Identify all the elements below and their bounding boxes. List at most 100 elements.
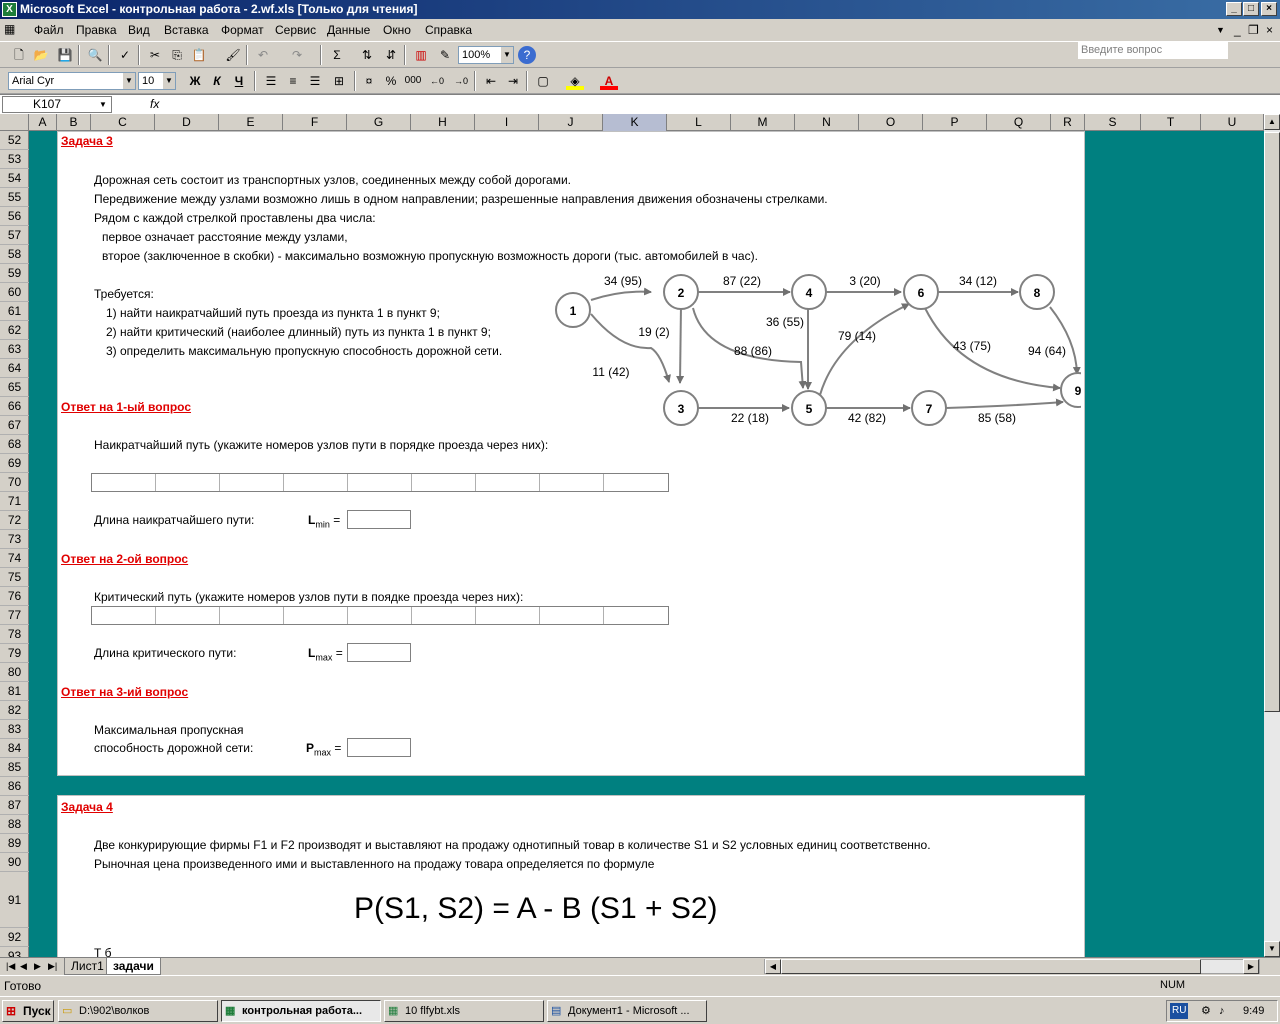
name-box[interactable]: K107 ▼ — [2, 96, 112, 113]
row-header[interactable]: 78 — [0, 625, 29, 644]
col-header-k[interactable]: K — [603, 114, 667, 131]
critical-path-input-row[interactable] — [91, 606, 669, 625]
menu-tools[interactable]: Сервис — [275, 23, 316, 37]
select-all-corner[interactable] — [0, 114, 29, 131]
row-header[interactable]: 84 — [0, 739, 29, 758]
scroll-thumb[interactable] — [1264, 132, 1280, 712]
help-icon[interactable]: ? — [518, 46, 536, 64]
pmax-input[interactable] — [347, 738, 411, 757]
spelling-icon[interactable]: ✓ — [116, 46, 134, 64]
cut-icon[interactable]: ✂ — [146, 46, 164, 64]
col-header-d[interactable]: D — [155, 114, 219, 131]
lmax-input[interactable] — [347, 643, 411, 662]
row-header[interactable]: 77 — [0, 606, 29, 625]
col-header-l[interactable]: L — [667, 114, 731, 131]
workbook-icon[interactable]: ▦ — [4, 22, 15, 36]
menu-data[interactable]: Данные — [327, 23, 370, 37]
merge-center-icon[interactable]: ⊞ — [330, 72, 348, 90]
sort-desc-icon[interactable]: ⇵ — [382, 46, 400, 64]
taskbar-item-folder[interactable]: ▭ D:\902\волков — [58, 1000, 218, 1022]
col-header-p[interactable]: P — [923, 114, 987, 131]
chart-wizard-icon[interactable]: ▥ — [412, 46, 430, 64]
print-preview-icon[interactable]: 🔍 — [86, 46, 104, 64]
col-header-h[interactable]: H — [411, 114, 475, 131]
row-header[interactable]: 55 — [0, 188, 29, 207]
row-header[interactable]: 57 — [0, 226, 29, 245]
bold-button[interactable]: Ж — [186, 72, 204, 90]
menu-format[interactable]: Формат — [221, 23, 264, 37]
row-header[interactable]: 71 — [0, 492, 29, 511]
row-header[interactable]: 85 — [0, 758, 29, 777]
decrease-decimal-icon[interactable]: →0 — [452, 72, 470, 90]
row-header[interactable]: 83 — [0, 720, 29, 739]
borders-icon[interactable]: ▢ — [534, 72, 552, 90]
start-button[interactable]: ⊞ Пуск — [2, 1000, 54, 1022]
fill-color-icon[interactable]: ◈ — [566, 72, 584, 90]
row-header[interactable]: 72 — [0, 511, 29, 530]
thousands-button[interactable]: 000 — [404, 72, 422, 90]
align-center-icon[interactable]: ≡ — [284, 72, 302, 90]
paste-icon[interactable]: 📋 — [190, 46, 208, 64]
sort-asc-icon[interactable]: ⇅ — [358, 46, 376, 64]
drawing-icon[interactable]: ✎ — [436, 46, 454, 64]
decrease-indent-icon[interactable]: ⇤ — [482, 72, 500, 90]
scroll-up-button[interactable]: ▲ — [1264, 114, 1280, 130]
taskbar-item-excel[interactable]: ▦ 10 flfybt.xls — [384, 1000, 544, 1022]
format-painter-icon[interactable]: 🖌 — [224, 46, 242, 64]
taskbar-item-word[interactable]: ▤ Документ1 - Microsoft ... — [547, 1000, 707, 1022]
row-header[interactable]: 80 — [0, 663, 29, 682]
row-header[interactable]: 53 — [0, 150, 29, 169]
last-sheet-button[interactable]: ▶| — [42, 958, 63, 975]
row-header[interactable]: 70 — [0, 473, 29, 492]
increase-indent-icon[interactable]: ⇥ — [504, 72, 522, 90]
row-header[interactable]: 91 — [0, 872, 29, 928]
close-button[interactable]: × — [1261, 2, 1277, 16]
scroll-down-button[interactable]: ▼ — [1264, 941, 1280, 957]
row-header[interactable]: 52 — [0, 131, 29, 150]
row-header[interactable]: 69 — [0, 454, 29, 473]
excel-app-icon[interactable]: X — [2, 2, 17, 17]
row-header[interactable]: 54 — [0, 169, 29, 188]
lmin-input[interactable] — [347, 510, 411, 529]
network-icon[interactable]: ⚙ — [1201, 1001, 1211, 1021]
col-header-q[interactable]: Q — [987, 114, 1051, 131]
autosum-icon[interactable]: Σ — [328, 46, 346, 64]
row-header[interactable]: 75 — [0, 568, 29, 587]
save-icon[interactable]: 💾 — [56, 46, 74, 64]
taskbar-item-excel-active[interactable]: ▦ контрольная работа... — [221, 1000, 381, 1022]
increase-decimal-icon[interactable]: ←0 — [428, 72, 446, 90]
row-header[interactable]: 76 — [0, 587, 29, 606]
row-header[interactable]: 86 — [0, 777, 29, 796]
row-header[interactable]: 79 — [0, 644, 29, 663]
col-header-b[interactable]: B — [57, 114, 91, 131]
fx-label[interactable]: fx — [150, 97, 159, 111]
row-header[interactable]: 74 — [0, 549, 29, 568]
copy-icon[interactable]: ⎘ — [168, 46, 186, 64]
doc-close-button[interactable]: × — [1266, 23, 1273, 37]
row-header[interactable]: 65 — [0, 378, 29, 397]
row-header[interactable]: 60 — [0, 283, 29, 302]
col-header-a[interactable]: A — [29, 114, 57, 131]
menu-help[interactable]: Справка — [425, 23, 472, 37]
col-header-j[interactable]: J — [539, 114, 603, 131]
col-header-m[interactable]: M — [731, 114, 795, 131]
row-header[interactable]: 92 — [0, 928, 29, 947]
vertical-scrollbar[interactable]: ▲ ▼ — [1264, 114, 1280, 957]
col-header-n[interactable]: N — [795, 114, 859, 131]
row-header[interactable]: 87 — [0, 796, 29, 815]
clock[interactable]: 9:49 — [1243, 1001, 1264, 1021]
doc-restore-button[interactable]: ❐ — [1248, 23, 1259, 37]
menu-window[interactable]: Окно — [383, 23, 411, 37]
row-header[interactable]: 73 — [0, 530, 29, 549]
open-icon[interactable]: 📂 — [32, 46, 50, 64]
row-header[interactable]: 59 — [0, 264, 29, 283]
col-header-t[interactable]: T — [1141, 114, 1201, 131]
scroll-right-button[interactable]: ▶ — [1243, 959, 1259, 974]
col-header-u[interactable]: U — [1201, 114, 1264, 131]
menu-view[interactable]: Вид — [128, 23, 150, 37]
shortest-path-input-row[interactable] — [91, 473, 669, 492]
row-header[interactable]: 90 — [0, 853, 29, 872]
italic-button[interactable]: К — [208, 72, 226, 90]
row-header[interactable]: 89 — [0, 834, 29, 853]
font-size-select[interactable]: 10 ▼ — [138, 72, 176, 90]
